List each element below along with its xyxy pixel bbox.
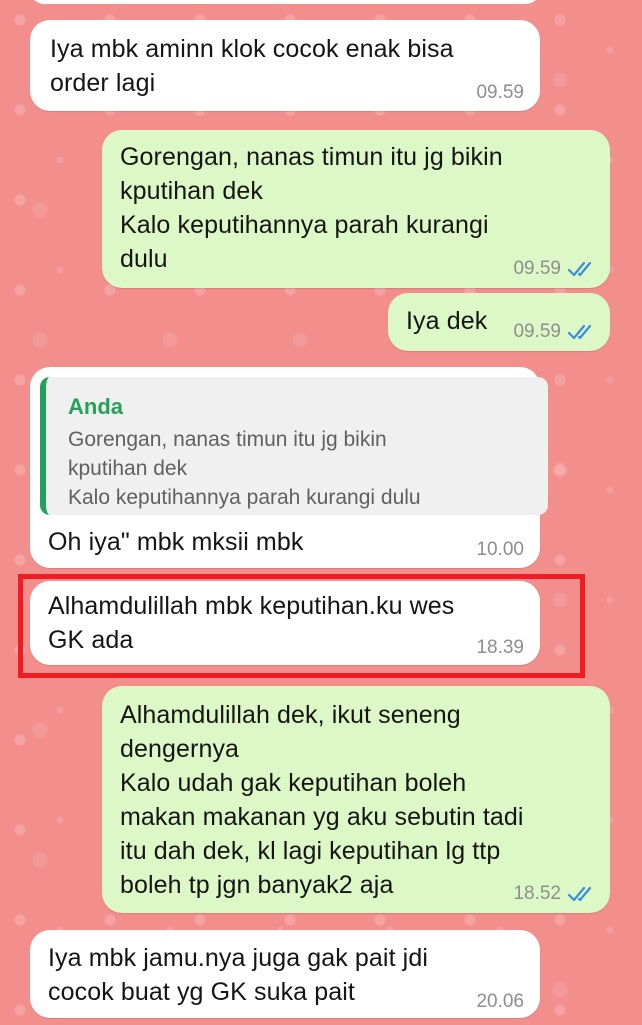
message-text: Gorengan, nanas timun itu jg bikin kputi… (120, 143, 503, 273)
quoted-message[interactable]: Anda Gorengan, nanas timun itu jg bikin … (40, 377, 548, 515)
message-text: Oh iya" mbk mksii mbk (48, 528, 304, 556)
message-text: Iya dek (406, 307, 488, 335)
message-bubble-incoming-reply[interactable]: Anda Gorengan, nanas timun itu jg bikin … (30, 367, 548, 568)
message-text: Alhamdulillah mbk keputihan.ku wes GK ad… (48, 592, 455, 654)
message-bubble-incoming[interactable]: Iya mbk jamu.nya juga gak pait jdi cocok… (30, 930, 540, 1018)
message-time: 20.06 (476, 991, 524, 1012)
message-bubble-outgoing[interactable]: Iya dek 09.59 (388, 293, 610, 351)
previous-message-bubble-edge (30, 0, 540, 4)
message-time: 10.00 (476, 539, 524, 560)
quoted-message-author: Anda (68, 394, 123, 419)
message-meta: 20.06 (476, 991, 524, 1013)
message-meta: 09.59 (476, 82, 524, 104)
message-bubble-outgoing[interactable]: Alhamdulillah dek, ikut seneng dengernya… (102, 686, 610, 913)
message-bubble-outgoing[interactable]: Gorengan, nanas timun itu jg bikin kputi… (102, 130, 610, 288)
message-bubble-incoming[interactable]: Iya mbk aminn klok cocok enak bisa order… (30, 20, 540, 111)
message-time: 18.39 (476, 637, 524, 658)
message-text: Alhamdulillah dek, ikut seneng dengernya… (120, 701, 524, 899)
double-check-icon (567, 886, 592, 902)
message-time: 09.59 (513, 321, 561, 342)
chat-conversation: Iya mbk aminn klok cocok enak bisa order… (0, 0, 642, 1025)
message-meta: 18.39 (476, 637, 524, 659)
message-meta: 10.00 (476, 539, 524, 561)
message-text: Iya mbk aminn klok cocok enak bisa order… (50, 35, 454, 97)
message-time: 09.59 (476, 82, 524, 103)
message-text: Iya mbk jamu.nya juga gak pait jdi cocok… (48, 944, 428, 1006)
message-meta: 09.59 (513, 321, 597, 343)
message-meta: 18.52 (513, 883, 597, 905)
message-bubble-incoming[interactable]: Alhamdulillah mbk keputihan.ku wes GK ad… (30, 581, 540, 665)
double-check-icon (567, 261, 592, 277)
message-meta: 09.59 (513, 258, 597, 280)
message-time: 09.59 (513, 258, 561, 279)
message-time: 18.52 (513, 883, 561, 904)
double-check-icon (567, 324, 592, 340)
quoted-message-text: Gorengan, nanas timun itu jg bikin kputi… (68, 428, 421, 509)
